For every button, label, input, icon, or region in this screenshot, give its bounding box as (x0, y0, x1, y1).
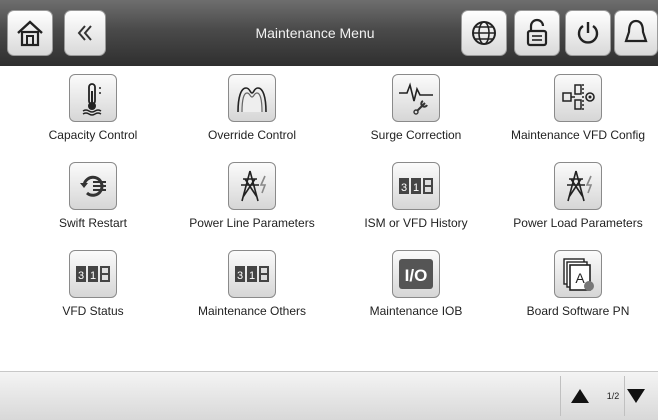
menu-item-icon-box (392, 74, 440, 122)
menu-item-label: Swift Restart (58, 216, 127, 230)
back-button[interactable] (64, 10, 106, 56)
software-doc-icon: A (563, 258, 594, 291)
thermometer-icon (82, 83, 102, 116)
menu-item-board-software-pn[interactable]: A Board Software PN (498, 250, 658, 318)
arrow-up-icon (571, 389, 589, 403)
restart-icon (80, 175, 106, 197)
bell-icon (624, 19, 648, 43)
power-tower-icon (241, 170, 267, 202)
io-label: I/O (405, 266, 428, 285)
calendar-icon: 3 1 (76, 266, 110, 282)
override-icon (237, 87, 267, 113)
menu-item-icon-box (228, 162, 276, 210)
calendar-digit: 1 (90, 270, 96, 282)
menu-item-label: Board Software PN (526, 304, 630, 318)
power-icon (577, 22, 599, 44)
menu-item-icon-box: 3 1 (69, 250, 117, 298)
login-button[interactable] (514, 10, 560, 56)
menu-item-icon-box: 3 1 (392, 162, 440, 210)
menu-item-icon-box: I/O (392, 250, 440, 298)
language-button[interactable] (461, 10, 507, 56)
arrow-down-icon (627, 389, 645, 403)
menu-item-icon-box (69, 74, 117, 122)
menu-item-label: Capacity Control (48, 128, 138, 142)
menu-item-ism-or-vfd-history[interactable]: 3 1 ISM or VFD History (336, 162, 496, 230)
calendar-icon: 3 1 (399, 178, 433, 194)
power-button[interactable] (565, 10, 611, 56)
menu-item-label: ISM or VFD History (364, 216, 468, 230)
power-tower-icon (567, 170, 593, 202)
menu-item-power-line-parameters[interactable]: Power Line Parameters (172, 162, 332, 230)
menu-item-icon-box: 3 1 (228, 250, 276, 298)
menu-item-maintenance-others[interactable]: 3 1 Maintenance Others (172, 250, 332, 318)
vfd-config-icon (562, 84, 595, 110)
menu-item-label: Maintenance IOB (369, 304, 463, 318)
calendar-icon: 3 1 (235, 266, 269, 282)
doc-letter: A (575, 270, 585, 286)
home-button[interactable] (7, 10, 53, 56)
alarm-button[interactable] (614, 10, 658, 56)
home-icon (17, 20, 43, 47)
menu-item-label: Power Load Parameters (513, 216, 643, 230)
menu-item-override-control[interactable]: Override Control (172, 74, 332, 142)
menu-item-label: Surge Correction (370, 128, 462, 142)
io-icon: I/O (399, 259, 433, 289)
menu-item-icon-box (69, 162, 117, 210)
lock-icon (526, 18, 548, 47)
back-icon (77, 25, 92, 41)
menu-item-maintenance-iob[interactable]: I/O Maintenance IOB (336, 250, 496, 318)
menu-item-swift-restart[interactable]: Swift Restart (13, 162, 173, 230)
menu-item-icon-box (554, 162, 602, 210)
menu-item-label: VFD Status (62, 304, 124, 318)
menu-item-icon-box: A (554, 250, 602, 298)
calendar-digit: 1 (249, 270, 255, 282)
menu-item-label: Power Line Parameters (189, 216, 315, 230)
bottom-bar: 1/2 (0, 371, 658, 420)
menu-item-label: Override Control (207, 128, 297, 142)
page-up-button[interactable] (558, 372, 602, 420)
menu-item-icon-box (554, 74, 602, 122)
calendar-digit: 3 (237, 270, 243, 282)
calendar-digit: 3 (401, 182, 407, 194)
menu-item-icon-box (228, 74, 276, 122)
calendar-digit: 3 (78, 270, 84, 282)
menu-item-maintenance-vfd-config[interactable]: Maintenance VFD Config (498, 74, 658, 142)
menu-item-power-load-parameters[interactable]: Power Load Parameters (498, 162, 658, 230)
globe-icon (472, 21, 496, 45)
calendar-digit: 1 (413, 182, 419, 194)
menu-item-label: Maintenance Others (197, 304, 307, 318)
menu-item-vfd-status[interactable]: 3 1 VFD Status (13, 250, 173, 318)
top-bar: Maintenance Menu (0, 0, 658, 66)
maintenance-menu-grid: Capacity Control Override Control Surge … (0, 66, 658, 371)
page-down-button[interactable] (614, 372, 658, 420)
menu-item-label: Maintenance VFD Config (510, 128, 646, 142)
menu-item-surge-correction[interactable]: Surge Correction (336, 74, 496, 142)
menu-item-capacity-control[interactable]: Capacity Control (13, 74, 173, 142)
page-title: Maintenance Menu (255, 25, 375, 41)
surge-wrench-icon (399, 82, 433, 115)
